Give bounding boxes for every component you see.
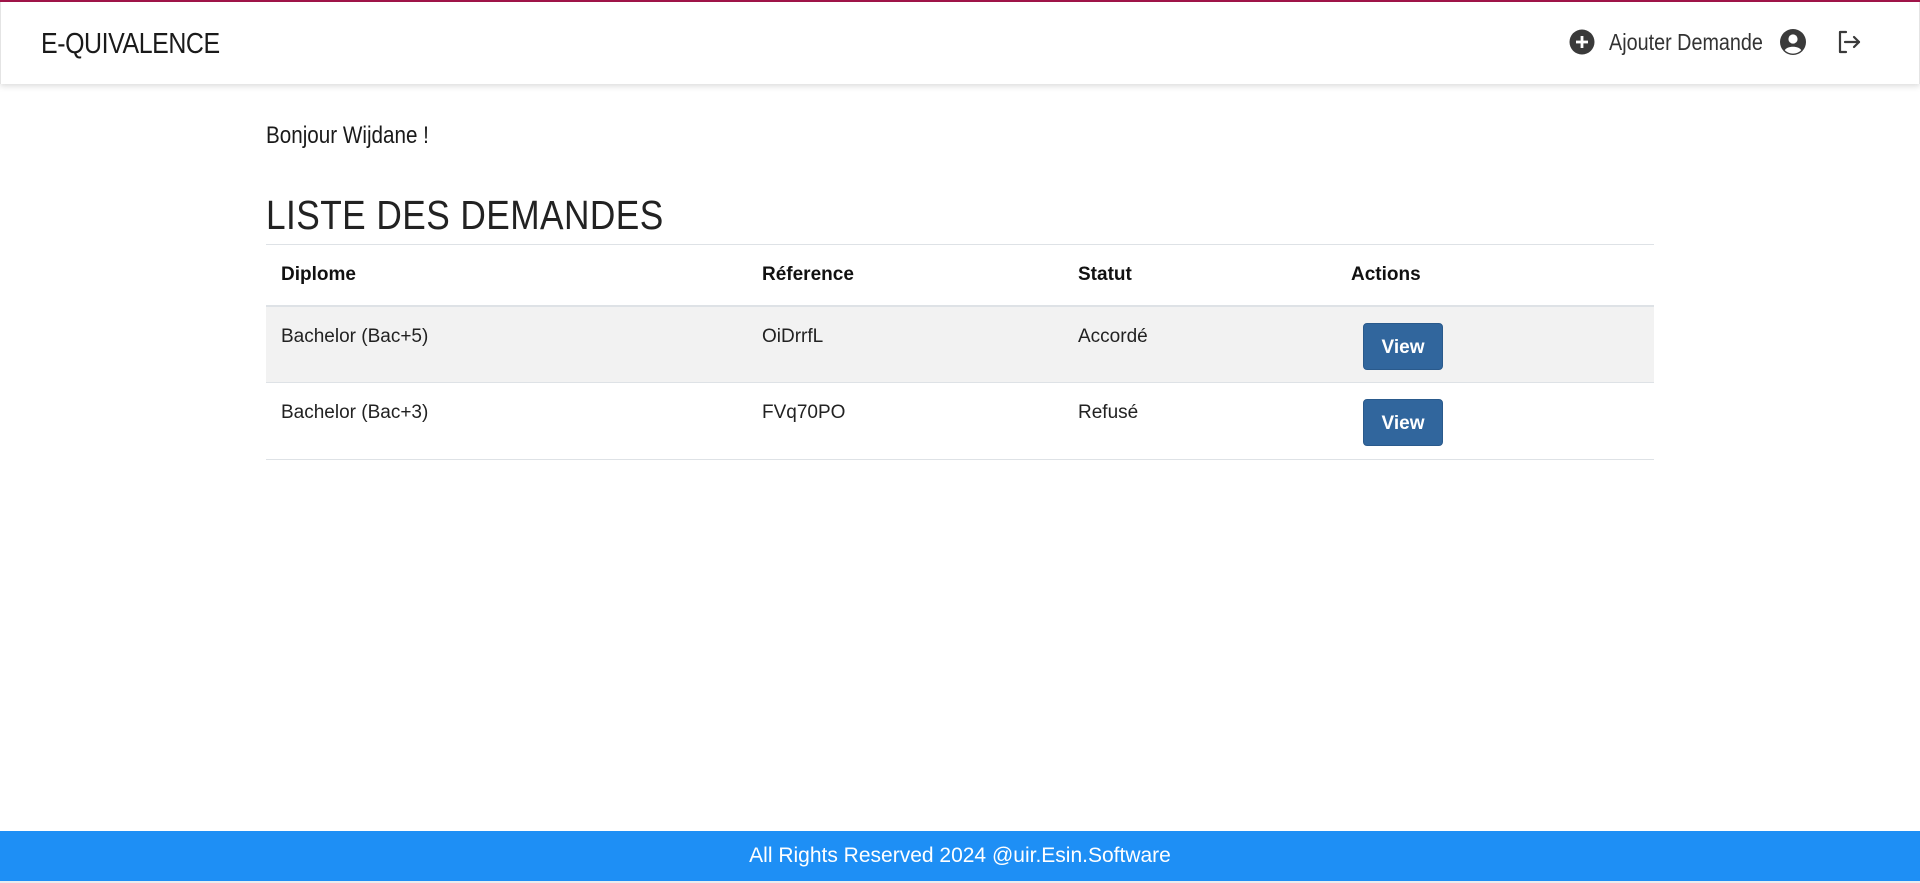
plus-circle-icon bbox=[1569, 29, 1595, 55]
navbar-actions: Ajouter Demande bbox=[1569, 28, 1863, 56]
column-header-reference: Réference bbox=[762, 263, 854, 285]
greeting-text: Bonjour Wijdane ! bbox=[266, 122, 429, 149]
cell-reference: OiDrrfL bbox=[762, 325, 824, 347]
requests-table: Diplome Réference Statut Actions Bachelo… bbox=[266, 244, 1654, 460]
navbar: E-QUIVALENCE Ajouter Demande bbox=[0, 2, 1920, 84]
column-header-diplome: Diplome bbox=[281, 263, 356, 285]
cell-reference: FVq70PO bbox=[762, 402, 846, 423]
cell-actions: View bbox=[1336, 306, 1654, 383]
column-header-actions: Actions bbox=[1351, 263, 1421, 285]
user-circle-icon[interactable] bbox=[1779, 28, 1807, 56]
view-button[interactable]: View bbox=[1363, 322, 1443, 370]
cell-actions: View bbox=[1336, 383, 1654, 460]
cell-statut: Refusé bbox=[1078, 402, 1139, 423]
table-row: Bachelor (Bac+5) OiDrrfL Accordé View bbox=[266, 305, 1654, 383]
footer: All Rights Reserved 2024 @uir.Esin.Softw… bbox=[0, 831, 1920, 881]
brand-logo[interactable]: E-QUIVALENCE bbox=[41, 28, 220, 61]
table-header-row: Diplome Réference Statut Actions bbox=[266, 244, 1654, 306]
add-request-label: Ajouter Demande bbox=[1609, 28, 1763, 55]
logout-icon[interactable] bbox=[1835, 28, 1863, 56]
footer-text: All Rights Reserved 2024 @uir.Esin.Softw… bbox=[749, 844, 1171, 867]
cell-diplome: Bachelor (Bac+3) bbox=[281, 402, 429, 423]
column-header-statut: Statut bbox=[1078, 263, 1132, 285]
page-title: LISTE DES DEMANDES bbox=[266, 192, 664, 238]
add-request-link[interactable]: Ajouter Demande bbox=[1569, 28, 1763, 56]
view-button[interactable]: View bbox=[1363, 399, 1443, 446]
cell-statut: Accordé bbox=[1078, 325, 1148, 347]
cell-diplome: Bachelor (Bac+5) bbox=[281, 325, 429, 347]
table-row: Bachelor (Bac+3) FVq70PO Refusé View bbox=[266, 383, 1654, 460]
